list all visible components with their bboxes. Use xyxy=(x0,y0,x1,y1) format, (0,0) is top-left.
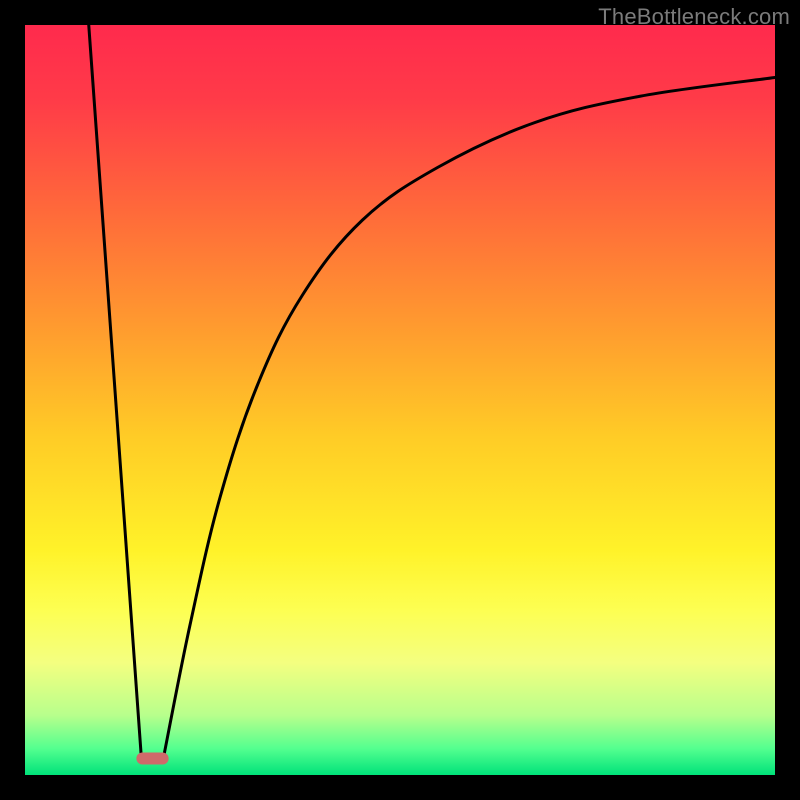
plot-frame xyxy=(25,25,775,775)
min-point-marker xyxy=(136,753,168,765)
chart-canvas xyxy=(25,25,775,775)
attribution-watermark: TheBottleneck.com xyxy=(598,4,790,30)
gradient-backdrop xyxy=(25,25,775,775)
